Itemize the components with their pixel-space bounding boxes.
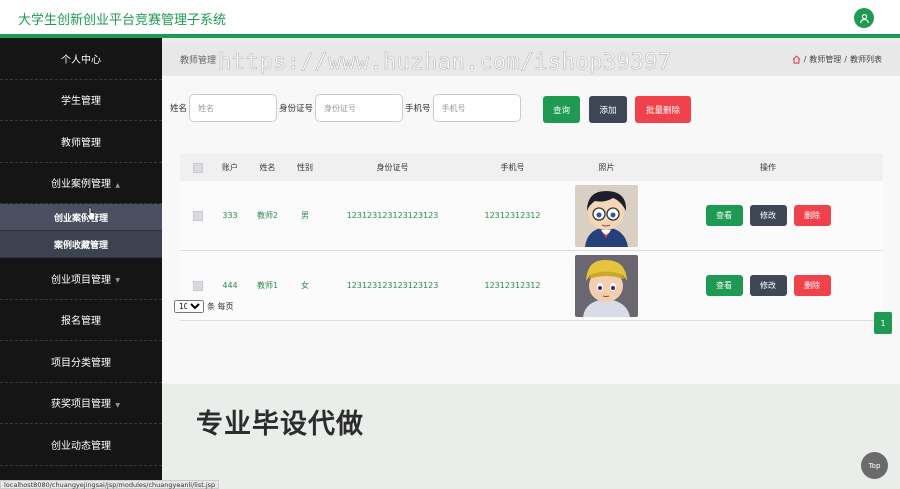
row-select-cell: [180, 210, 215, 221]
delete-button[interactable]: 删除: [793, 275, 831, 296]
photo-cell: [560, 254, 653, 317]
row-checkbox[interactable]: [192, 280, 203, 291]
breadcrumb-current: 教师列表: [850, 55, 882, 64]
sidebar-item-registration[interactable]: 报名管理: [0, 300, 162, 341]
sidebar-item-category[interactable]: 项目分类管理: [0, 341, 162, 383]
sidebar-item-project[interactable]: 创业项目管理 ▼: [0, 258, 162, 300]
search-form: 姓名 身份证号 手机号: [170, 94, 523, 122]
column-header: 照片: [598, 163, 615, 172]
column-header: 操作: [760, 163, 776, 172]
column-header: 账户: [222, 163, 238, 172]
cursor-hand-icon: [86, 207, 96, 221]
row-select-cell: [180, 280, 215, 291]
phone-input[interactable]: [432, 94, 521, 122]
teacher-table: 账户 姓名 性别 身份证号 手机号 照片 操作 333 教师2 男 123123…: [180, 154, 883, 321]
sidebar-item-label: 报名管理: [61, 316, 101, 328]
name-label: 姓名: [170, 104, 188, 114]
sidebar-item-award[interactable]: 获奖项目管理 ▼: [0, 383, 162, 424]
actions-cell: 查看 修改 删除: [653, 205, 883, 226]
name-cell: 教师1: [256, 281, 279, 290]
sidebar-subitem-case-manage[interactable]: 创业案例管理: [0, 204, 162, 231]
caret-icon: ▼: [115, 401, 120, 409]
sidebar-item-label: 获奖项目管理: [51, 399, 111, 411]
sidebar-item-news[interactable]: 创业动态管理: [0, 424, 162, 466]
sidebar-item-label: 教师管理: [61, 137, 101, 149]
sidebar-item-label: 创业案例管理: [51, 179, 111, 191]
gender-cell: 女: [301, 281, 309, 290]
sidebar: 个人中心 学生管理 教师管理 创业案例管理 ▲ 创业案例管理 案例收藏管理 创业项…: [0, 38, 162, 489]
sidebar-item-case[interactable]: 创业案例管理 ▲: [0, 163, 162, 204]
breadcrumb-item[interactable]: 教师管理: [809, 54, 841, 65]
table-header: 账户 姓名 性别 身份证号 手机号 照片 操作: [180, 154, 883, 181]
page-size-control: 10 条 每页: [174, 300, 234, 313]
status-bar-url: localhost8080/chuangyejingsai/jsp/module…: [0, 480, 220, 489]
id-number-cell: 123123123123123123: [346, 281, 439, 290]
user-glyph: [859, 13, 869, 23]
account-cell: 444: [222, 281, 238, 290]
sidebar-item-label: 个人中心: [61, 54, 101, 66]
sidebar-item-label: 创业项目管理: [51, 274, 111, 286]
edit-button[interactable]: 修改: [749, 205, 787, 226]
breadcrumb-separator: /: [803, 55, 807, 64]
column-header: 手机号: [500, 163, 525, 172]
delete-button[interactable]: 删除: [793, 205, 831, 226]
pagination-current-page[interactable]: 1: [874, 312, 892, 334]
sidebar-item-teacher[interactable]: 教师管理: [0, 121, 162, 163]
back-to-top-button[interactable]: Top: [861, 452, 888, 479]
photo-cell: [560, 184, 653, 247]
top-header: 大学生创新创业平台竞赛管理子系统: [0, 0, 900, 38]
table-row: 333 教师2 男 123123123123123123 12312312312: [180, 181, 883, 251]
view-button[interactable]: 查看: [705, 275, 743, 296]
sidebar-item-label: 项目分类管理: [51, 357, 111, 369]
id-number-cell: 123123123123123123: [346, 211, 439, 220]
gender-cell: 男: [301, 211, 309, 220]
account-cell: 333: [222, 211, 238, 220]
user-icon[interactable]: [854, 8, 874, 28]
sidebar-item-label: 学生管理: [61, 96, 101, 108]
caret-icon: ▲: [115, 181, 120, 189]
app-title: 大学生创新创业平台竞赛管理子系统: [18, 13, 227, 28]
id-number-input[interactable]: [315, 94, 404, 122]
phone-cell: 12312312312: [484, 281, 541, 290]
teacher-photo: [575, 254, 638, 317]
row-checkbox[interactable]: [192, 210, 203, 221]
promo-text: 专业毕设代做: [196, 409, 364, 440]
view-button[interactable]: 查看: [705, 205, 743, 226]
breadcrumb: / 教师管理 / 教师列表: [792, 54, 882, 65]
teacher-photo: [575, 184, 638, 247]
actions-cell: 查看 修改 删除: [653, 275, 883, 296]
home-icon[interactable]: [792, 55, 801, 64]
header-select-cell: [180, 162, 215, 173]
page-size-suffix: 条 每页: [207, 302, 234, 311]
name-input[interactable]: [189, 94, 278, 122]
id-number-label: 身份证号: [279, 104, 314, 114]
add-button[interactable]: 添加: [589, 96, 627, 123]
watermark: https://www.huzhan.com/ishop39397: [218, 50, 672, 76]
sidebar-subitem-label: 创业案例管理: [53, 213, 108, 224]
sidebar-subitem-case-favorites[interactable]: 案例收藏管理: [0, 231, 162, 258]
page-size-select[interactable]: 10: [174, 300, 204, 313]
sidebar-item-student[interactable]: 学生管理: [0, 80, 162, 121]
caret-icon: ▼: [115, 277, 120, 284]
sidebar-item-label: 创业动态管理: [51, 440, 111, 452]
breadcrumb-separator: /: [844, 55, 847, 64]
column-header: 身份证号: [376, 163, 409, 172]
phone-label: 手机号: [405, 104, 431, 114]
page-title: 教师管理: [180, 56, 217, 66]
column-header: 姓名: [259, 163, 276, 172]
name-cell: 教师2: [256, 211, 279, 220]
select-all-checkbox[interactable]: [192, 162, 203, 173]
table-row: 444 教师1 女 123123123123123123 12312312312: [180, 251, 883, 321]
batch-delete-button[interactable]: 批量删除: [635, 96, 691, 123]
sidebar-item-personal-center[interactable]: 个人中心: [0, 38, 162, 80]
column-header: 性别: [297, 163, 313, 172]
sidebar-subitem-label: 案例收藏管理: [53, 240, 108, 251]
phone-cell: 12312312312: [484, 211, 541, 220]
edit-button[interactable]: 修改: [749, 275, 787, 296]
query-button[interactable]: 查询: [543, 96, 580, 123]
